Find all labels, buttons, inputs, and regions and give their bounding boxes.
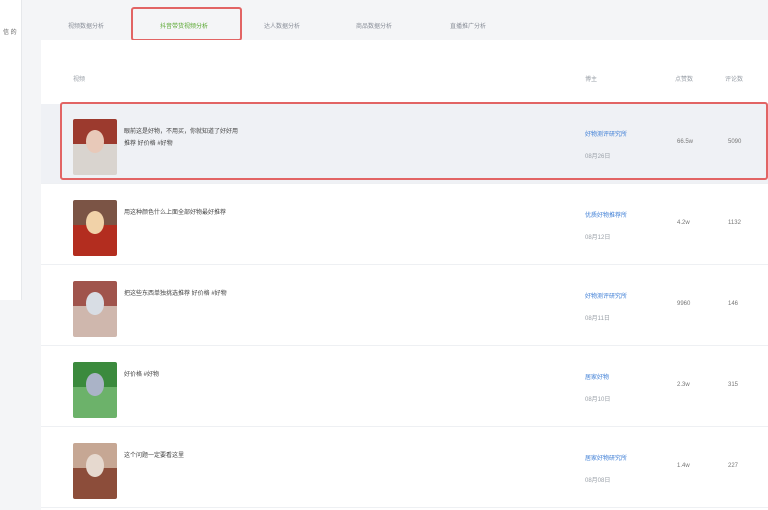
header-views: 点赞数 <box>675 77 694 83</box>
views-count: 9960 <box>677 301 691 307</box>
video-thumbnail[interactable] <box>73 362 117 418</box>
header-author: 博主 <box>585 77 598 83</box>
active-tab-highlight <box>131 7 242 41</box>
author-link[interactable]: 居家好物研究所 <box>585 453 627 462</box>
video-title[interactable]: 好价格 #好物 <box>124 369 304 381</box>
table-row[interactable]: 这个问题一定要看这里 居家好物研究所 08月08日 1.4w 227 <box>41 428 768 508</box>
thumb-part <box>86 211 104 234</box>
table-header: 视频 博主 点赞数 评论数 <box>41 40 768 110</box>
views-count: 2.3w <box>677 382 690 388</box>
author-link[interactable]: 居家好物 <box>585 372 609 381</box>
video-thumbnail[interactable] <box>73 200 117 256</box>
sidebar: 信 的 <box>0 0 22 300</box>
publish-date: 08月10日 <box>585 397 611 403</box>
sidebar-text: 信 的 <box>3 30 17 36</box>
thumb-part <box>86 373 104 396</box>
video-title[interactable]: 把这些东西单独挑选推荐 好价格 #好物 <box>124 288 304 300</box>
thumb-part <box>86 454 104 477</box>
video-title[interactable]: 用这种颜色什么上面全部好物最好推荐 <box>124 207 304 219</box>
selected-row-highlight <box>60 102 768 180</box>
thumb-part <box>86 292 104 315</box>
video-thumbnail[interactable] <box>73 443 117 499</box>
likes-count: 1132 <box>728 220 741 226</box>
publish-date: 08月12日 <box>585 235 611 241</box>
tab-video-analysis[interactable]: 视频数据分析 <box>48 14 124 40</box>
tab-creator-analysis[interactable]: 达人数据分析 <box>244 14 320 40</box>
likes-count: 315 <box>728 382 739 388</box>
header-likes: 评论数 <box>725 77 744 83</box>
video-thumbnail[interactable] <box>73 281 117 337</box>
author-link[interactable]: 好物测评研究所 <box>585 291 627 300</box>
likes-count: 227 <box>728 463 739 469</box>
video-title[interactable]: 这个问题一定要看这里 <box>124 450 304 462</box>
author-link[interactable]: 优质好物推荐所 <box>585 210 627 219</box>
tab-product-analysis[interactable]: 商品数据分析 <box>336 14 412 40</box>
publish-date: 08月11日 <box>585 316 610 322</box>
table-row[interactable]: 用这种颜色什么上面全部好物最好推荐 优质好物推荐所 08月12日 4.2w 11… <box>41 185 768 265</box>
header-video: 视频 <box>73 77 86 83</box>
views-count: 1.4w <box>677 463 690 469</box>
tab-live-promotion-analysis[interactable]: 直播推广分析 <box>428 14 508 40</box>
table-row[interactable]: 好价格 #好物 居家好物 08月10日 2.3w 315 <box>41 347 768 427</box>
publish-date: 08月08日 <box>585 478 611 484</box>
views-count: 4.2w <box>677 220 690 226</box>
table-row[interactable]: 把这些东西单独挑选推荐 好价格 #好物 好物测评研究所 08月11日 9960 … <box>41 266 768 346</box>
likes-count: 146 <box>728 301 739 307</box>
